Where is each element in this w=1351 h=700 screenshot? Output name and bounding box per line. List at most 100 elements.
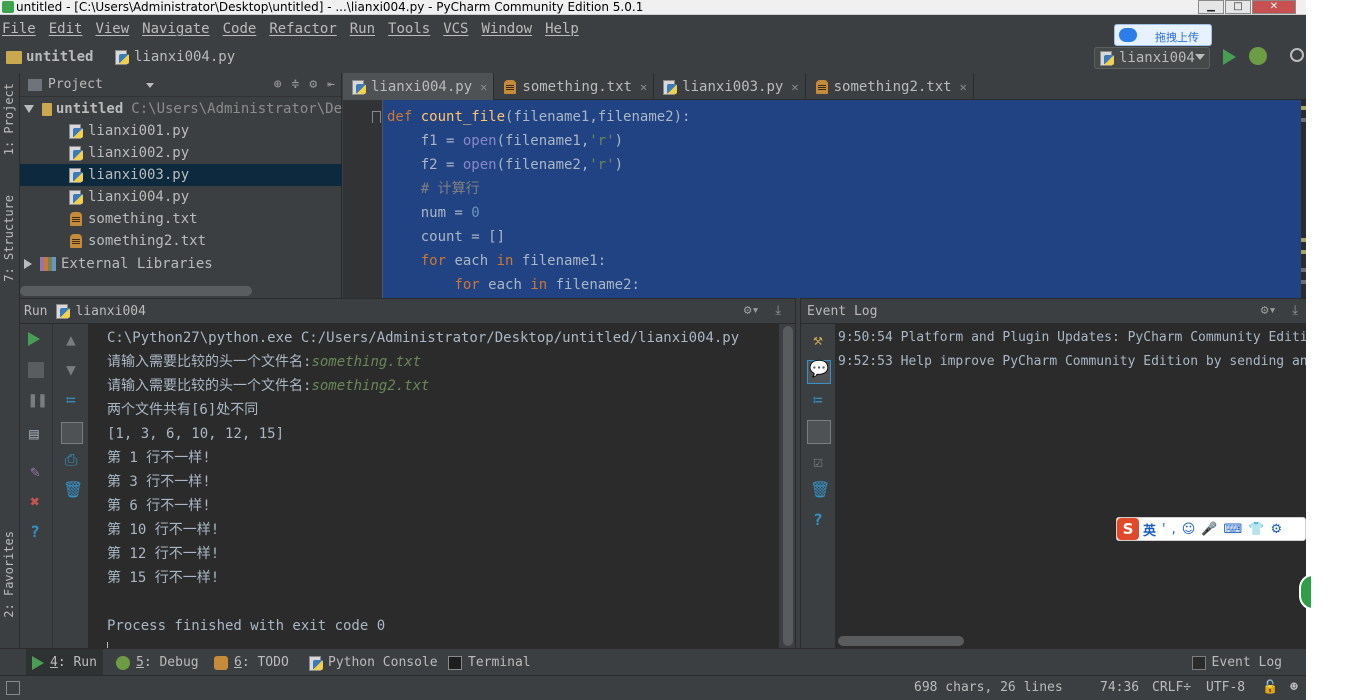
ime-skin-icon[interactable]: 👕 bbox=[1248, 522, 1264, 537]
ime-settings-icon[interactable]: ⚙ bbox=[1270, 522, 1282, 537]
tree-item-file-selected[interactable]: lianxi003.py bbox=[20, 164, 342, 186]
stripe-marker[interactable] bbox=[1301, 268, 1306, 272]
tool-tab-favorites[interactable]: 2: Favorites bbox=[2, 531, 16, 618]
tool-tab-project[interactable]: 1: Project bbox=[2, 83, 16, 155]
trash-icon[interactable]: 🗑 bbox=[63, 482, 83, 498]
tree-item-file[interactable]: something2.txt bbox=[20, 230, 342, 252]
expand-arrow-icon[interactable] bbox=[24, 105, 34, 113]
sogou-logo-icon[interactable]: S bbox=[1117, 518, 1139, 540]
locate-icon[interactable]: ⊕ bbox=[274, 77, 282, 92]
minimize-button[interactable]: ▁ bbox=[1198, 0, 1224, 14]
menu-file[interactable]: File bbox=[2, 21, 36, 37]
code-line[interactable]: num = 0 bbox=[387, 202, 480, 224]
stripe-marker[interactable] bbox=[1301, 118, 1306, 122]
help-icon[interactable]: ? bbox=[810, 512, 826, 528]
menu-navigate[interactable]: Navigate bbox=[142, 21, 209, 37]
code-line[interactable]: def count_file(filename1,filename2): bbox=[387, 106, 690, 128]
rerun-icon[interactable] bbox=[28, 332, 44, 348]
scrollbar-thumb[interactable] bbox=[783, 326, 793, 646]
code-area[interactable]: def count_file(filename1,filename2): f1 … bbox=[383, 100, 1303, 298]
hide-panel-icon[interactable]: ⤓ bbox=[775, 303, 781, 318]
tree-item-root[interactable]: untitled C:\Users\Administrator\De bbox=[20, 98, 342, 120]
expand-arrow-icon[interactable] bbox=[24, 259, 32, 269]
tree-item-file[interactable]: lianxi002.py bbox=[20, 142, 342, 164]
scroll-to-end-icon[interactable] bbox=[61, 422, 83, 444]
status-encoding[interactable]: UTF-8 bbox=[1206, 680, 1245, 695]
stripe-marker[interactable] bbox=[1301, 250, 1306, 254]
console-line[interactable]: Process finished with exit code 0 bbox=[107, 614, 385, 638]
code-line[interactable]: count = [] bbox=[387, 226, 505, 248]
menu-code[interactable]: Code bbox=[223, 21, 257, 37]
editor-error-stripe[interactable] bbox=[1301, 100, 1306, 298]
event-log-text[interactable]: Platform and Plugin Updates: PyCharm Com… bbox=[901, 330, 1306, 345]
console-line[interactable]: 第 1 行不一样! bbox=[107, 446, 211, 470]
tool-tab-structure[interactable]: 7: Structure bbox=[2, 195, 16, 282]
console-line[interactable]: [1, 3, 6, 10, 12, 15] bbox=[107, 422, 284, 446]
console-line[interactable]: 第 3 行不一样! bbox=[107, 470, 211, 494]
menu-vcs[interactable]: VCS bbox=[443, 21, 468, 37]
close-tab-icon[interactable]: ✕ bbox=[480, 80, 487, 94]
console-line[interactable]: 请输入需要比较的头一个文件名:something.txt bbox=[107, 350, 421, 374]
console-line[interactable]: 两个文件共有[6]处不同 bbox=[107, 398, 258, 422]
breadcrumb-file[interactable]: lianxi004.py bbox=[114, 49, 235, 65]
code-line[interactable]: f2 = open(filename2,'r') bbox=[387, 154, 623, 176]
run-console[interactable]: C:\Python27\python.exe C:/Users/Administ… bbox=[89, 324, 779, 656]
editor-tab-lianxi003[interactable]: lianxi003.py ✕ bbox=[654, 73, 806, 100]
menu-help[interactable]: Help bbox=[545, 21, 579, 37]
tree-item-external-libraries[interactable]: External Libraries bbox=[20, 253, 342, 275]
settings-wrench-icon[interactable]: ⚒ bbox=[810, 332, 826, 348]
soft-wrap-icon[interactable]: ≔ bbox=[810, 392, 826, 408]
menu-run[interactable]: Run bbox=[350, 21, 375, 37]
ime-punctuation-icon[interactable]: ' bbox=[1162, 522, 1166, 537]
tree-item-file[interactable]: lianxi004.py bbox=[20, 186, 342, 208]
tree-item-file[interactable]: lianxi001.py bbox=[20, 120, 342, 142]
arrow-down-icon[interactable]: ▼ bbox=[63, 362, 79, 378]
editor-tab-something[interactable]: something.txt ✕ bbox=[494, 73, 655, 100]
tool-window-event-log[interactable]: Event Log bbox=[1186, 649, 1288, 676]
mark-read-icon[interactable]: ☑ bbox=[810, 454, 826, 470]
stripe-marker[interactable] bbox=[1301, 280, 1306, 284]
close-button[interactable]: ✕ bbox=[1252, 0, 1296, 14]
arrow-up-icon[interactable]: ▲ bbox=[63, 332, 79, 348]
console-line[interactable]: 第 12 行不一样! bbox=[107, 542, 219, 566]
menu-refactor[interactable]: Refactor bbox=[269, 21, 336, 37]
gear-icon[interactable]: ⚙ bbox=[309, 77, 317, 92]
project-horizontal-scrollbar[interactable] bbox=[20, 286, 252, 296]
ime-comma-icon[interactable]: , bbox=[1172, 522, 1176, 537]
menu-edit[interactable]: Edit bbox=[49, 21, 83, 37]
tool-window-terminal[interactable]: Terminal bbox=[442, 649, 537, 676]
pin-icon[interactable]: ✎ bbox=[27, 464, 43, 480]
close-tab-icon[interactable]: ✕ bbox=[960, 80, 967, 94]
tool-window-python-console[interactable]: Python Console bbox=[302, 649, 444, 676]
console-line[interactable]: 第 10 行不一样! bbox=[107, 518, 219, 542]
editor-tab-something2[interactable]: something2.txt ✕ bbox=[806, 73, 974, 100]
run-icon[interactable] bbox=[1223, 49, 1236, 65]
ime-mode[interactable]: 英 bbox=[1143, 520, 1156, 539]
code-line[interactable]: # 计算行 bbox=[387, 178, 480, 200]
project-panel-title[interactable]: Project bbox=[48, 77, 103, 92]
ime-keyboard-icon[interactable]: ⌨ bbox=[1223, 522, 1242, 537]
event-log-horizontal-scrollbar[interactable] bbox=[838, 636, 964, 646]
console-line[interactable]: 第 6 行不一样! bbox=[107, 494, 211, 518]
floating-widget-icon[interactable] bbox=[1299, 574, 1313, 610]
menu-view[interactable]: View bbox=[95, 21, 129, 37]
tool-window-todo[interactable]: 6: TODO bbox=[208, 649, 295, 676]
dump-threads-icon[interactable]: ▤ bbox=[26, 426, 42, 442]
tool-window-debug[interactable]: 5: Debug bbox=[110, 649, 205, 676]
debug-icon[interactable] bbox=[1249, 47, 1267, 65]
code-line[interactable]: f1 = open(filename1,'r') bbox=[387, 130, 623, 152]
inspector-icon[interactable]: ☻ bbox=[1290, 680, 1298, 695]
maximize-button[interactable]: □ bbox=[1225, 0, 1251, 14]
menu-window[interactable]: Window bbox=[482, 21, 533, 37]
tree-item-file[interactable]: something.txt bbox=[20, 208, 342, 230]
help-icon[interactable]: ? bbox=[27, 524, 43, 540]
scroll-to-end-icon[interactable] bbox=[807, 420, 831, 444]
event-log-text[interactable]: Help improve PyCharm Community Edition b… bbox=[901, 354, 1306, 369]
console-line[interactable]: C:\Python27\python.exe C:/Users/Administ… bbox=[107, 326, 739, 350]
code-line[interactable]: for each in filename1: bbox=[387, 250, 606, 272]
breadcrumb-project[interactable]: untitled bbox=[6, 49, 93, 65]
event-log-entry[interactable]: 9:52:53 Help improve PyCharm Community E… bbox=[838, 350, 1306, 374]
fold-marker-icon[interactable] bbox=[372, 111, 381, 123]
stripe-marker[interactable] bbox=[1301, 238, 1306, 242]
ime-emoji-icon[interactable]: ☺ bbox=[1182, 522, 1196, 537]
